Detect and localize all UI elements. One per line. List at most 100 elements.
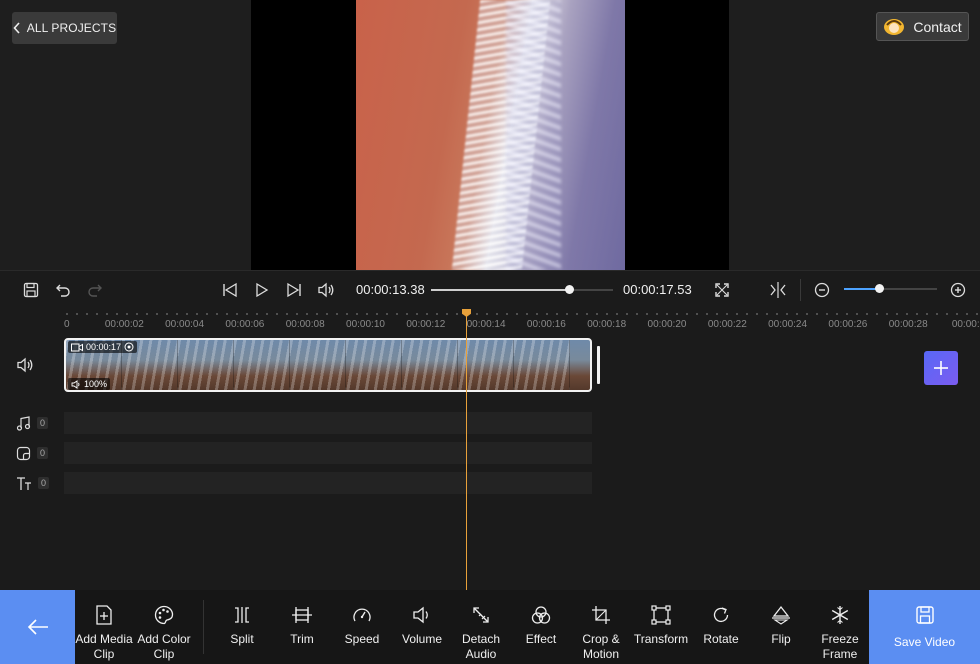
video-camera-icon: [71, 343, 83, 351]
bottom-toolbar: Add Media Clip Add Color Clip Split Trim…: [0, 590, 980, 664]
detach-audio-button[interactable]: Detach Audio: [451, 604, 511, 662]
crop-icon: [592, 606, 610, 624]
clip-thumbnail: [290, 340, 346, 390]
clip-thumbnail: [234, 340, 290, 390]
save-icon[interactable]: [21, 280, 41, 300]
speed-label: Speed: [344, 632, 380, 646]
transform-button[interactable]: Transform: [631, 604, 691, 647]
skip-forward-icon[interactable]: [284, 280, 304, 300]
volume-button[interactable]: Volume: [392, 604, 452, 647]
ruler-tick-label: 00:00:14: [466, 319, 506, 330]
ruler-tick-label: 0: [64, 319, 70, 330]
text-track-header: 0: [0, 473, 60, 493]
controls-divider: [800, 279, 801, 301]
all-projects-button[interactable]: ALL PROJECTS: [12, 12, 117, 44]
fullscreen-icon[interactable]: [712, 280, 732, 300]
split-button[interactable]: Split: [212, 604, 272, 647]
crop-motion-label: Crop & Motion: [582, 632, 620, 661]
freeze-frame-label: Freeze Frame: [821, 632, 859, 661]
ruler-tick-label: 00:00:18: [587, 319, 627, 330]
flip-button[interactable]: Flip: [751, 604, 811, 647]
playhead-line: [466, 314, 467, 590]
flip-label: Flip: [771, 632, 791, 646]
add-media-clip-label: Add Media Clip: [75, 632, 133, 661]
palette-icon: [154, 605, 174, 625]
save-video-label: Save Video: [893, 635, 956, 649]
detach-audio-icon: [473, 607, 489, 623]
current-time: 00:00:13.38: [356, 282, 425, 297]
rotate-icon: [713, 607, 729, 623]
timeline-ruler[interactable]: 0 00:00:02 00:00:04 00:00:06 00:00:08 00:00:1…: [0, 308, 980, 334]
text-icon: [17, 476, 31, 490]
ruler-tick-label: 00:00:16: [526, 319, 566, 330]
zoom-knob[interactable]: [874, 284, 884, 293]
ruler-tick-label: 00:00:12: [406, 319, 446, 330]
plus-icon: [934, 361, 948, 375]
total-time: 00:00:17.53: [623, 282, 692, 297]
speed-button[interactable]: Speed: [332, 604, 392, 647]
toolbar-divider: [203, 600, 204, 654]
arrow-left-icon: [27, 619, 48, 635]
zoom-out-icon[interactable]: [812, 280, 832, 300]
clip-volume: 100%: [84, 379, 108, 389]
progress-knob[interactable]: [565, 285, 575, 294]
ruler-tick-label: 00:00:20: [647, 319, 687, 330]
rotate-button[interactable]: Rotate: [691, 604, 751, 647]
trim-icon: [292, 607, 312, 623]
volume-icon: [413, 606, 428, 624]
undo-icon[interactable]: [53, 280, 73, 300]
foam-texture: [506, 0, 561, 270]
contact-button[interactable]: Contact: [876, 12, 969, 41]
redo-icon[interactable]: [85, 280, 105, 300]
flip-icon: [772, 605, 790, 625]
back-button[interactable]: [0, 590, 75, 664]
add-media-clip-button[interactable]: Add Media Clip: [74, 604, 134, 662]
clip-settings-icon[interactable]: [124, 342, 134, 352]
chevron-left-icon: [13, 22, 20, 34]
contact-label: Contact: [913, 18, 962, 35]
snap-icon[interactable]: [768, 280, 788, 300]
add-color-clip-label: Add Color Clip: [137, 632, 191, 661]
detach-audio-label: Detach Audio: [461, 632, 501, 661]
ruler-tick-label: 00:00:02: [104, 319, 144, 330]
transform-label: Transform: [633, 632, 689, 646]
music-count: 0: [37, 417, 49, 429]
all-projects-label: ALL PROJECTS: [26, 21, 117, 35]
snowflake-icon: [831, 606, 849, 624]
effect-icon: [531, 606, 551, 624]
add-color-clip-button[interactable]: Add Color Clip: [134, 604, 194, 662]
video-clip[interactable]: 00:00:17 100%: [64, 338, 592, 392]
track-speaker-icon[interactable]: [16, 357, 34, 373]
clip-duration: 00:00:17: [86, 342, 122, 352]
ruler-tick-label: 00:00:06: [225, 319, 265, 330]
add-file-icon: [96, 605, 112, 625]
ruler-tick-label: 00:00:24: [768, 319, 808, 330]
text-track[interactable]: [64, 472, 592, 494]
save-video-button[interactable]: Save Video: [869, 590, 980, 664]
zoom-in-icon[interactable]: [948, 280, 968, 300]
sticker-track[interactable]: [64, 442, 592, 464]
ruler-dots: [62, 312, 980, 316]
play-icon[interactable]: [252, 280, 272, 300]
speaker-icon[interactable]: [316, 280, 336, 300]
transform-icon: [651, 605, 671, 625]
crop-motion-button[interactable]: Crop & Motion: [571, 604, 631, 662]
speedometer-icon: [353, 608, 371, 622]
ruler-tick-label: 00:00:22: [707, 319, 747, 330]
clip-duration-badge: 00:00:17: [68, 341, 138, 353]
clip-trim-handle[interactable]: [597, 346, 600, 384]
trim-button[interactable]: Trim: [272, 604, 332, 647]
music-track[interactable]: [64, 412, 592, 434]
clip-thumbnail: [514, 340, 570, 390]
sticker-icon: [16, 446, 31, 460]
sticker-count: 0: [37, 447, 49, 459]
trim-label: Trim: [290, 632, 314, 646]
ruler-tick-label: 00:00:04: [165, 319, 205, 330]
effect-button[interactable]: Effect: [511, 604, 571, 647]
add-track-button[interactable]: [924, 351, 958, 385]
preview-area: ALL PROJECTS Contact: [0, 0, 980, 270]
save-icon: [915, 606, 934, 624]
skip-back-icon[interactable]: [220, 280, 240, 300]
volume-label: Volume: [401, 632, 443, 646]
freeze-frame-button[interactable]: Freeze Frame: [810, 604, 870, 662]
